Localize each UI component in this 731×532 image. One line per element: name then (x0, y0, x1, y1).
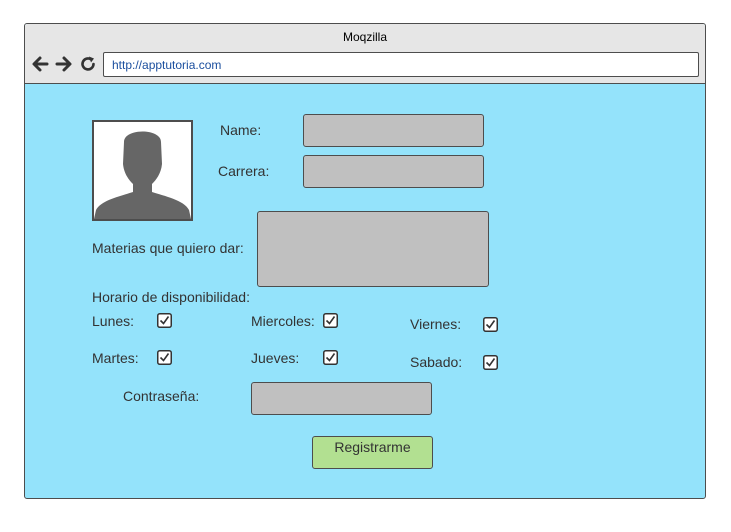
checkbox-sabado[interactable] (483, 355, 498, 370)
day-label-jueves: Jueves: (251, 350, 300, 366)
url-bar[interactable]: http://apptutoria.com (103, 52, 699, 77)
day-label-sabado: Sabado: (410, 354, 463, 370)
day-label-martes: Martes: (92, 350, 139, 366)
day-label-viernes: Viernes: (410, 316, 462, 332)
materias-label: Materias que quiero dar: (92, 240, 244, 256)
register-button[interactable]: Registrarme (312, 436, 433, 469)
password-label: Contraseña: (123, 388, 200, 404)
day-label-miercoles: Miercoles: (251, 313, 315, 329)
browser-chrome: Moqzilla http://apptutoria.com (25, 24, 705, 84)
name-input[interactable] (303, 114, 484, 147)
checkbox-jueves[interactable] (323, 350, 338, 365)
checkbox-viernes[interactable] (483, 317, 498, 332)
checkbox-martes[interactable] (157, 350, 172, 365)
carrera-label: Carrera: (218, 163, 270, 179)
horario-label: Horario de disponibilidad: (92, 289, 250, 305)
carrera-input[interactable] (303, 155, 484, 188)
day-label-lunes: Lunes: (92, 313, 135, 329)
name-label: Name: (220, 122, 262, 138)
materias-textarea[interactable] (257, 211, 489, 287)
window-title: Moqzilla (342, 30, 387, 44)
forward-arrow-icon[interactable] (55, 55, 73, 73)
reload-icon[interactable] (79, 55, 97, 73)
profile-photo[interactable] (92, 120, 193, 221)
password-input[interactable] (251, 382, 432, 415)
checkbox-lunes[interactable] (157, 313, 172, 328)
checkbox-miercoles[interactable] (323, 313, 338, 328)
back-arrow-icon[interactable] (31, 55, 49, 73)
user-silhouette-icon (94, 131, 191, 219)
browser-window: Moqzilla http://apptutoria.com Name: Car… (24, 23, 706, 499)
